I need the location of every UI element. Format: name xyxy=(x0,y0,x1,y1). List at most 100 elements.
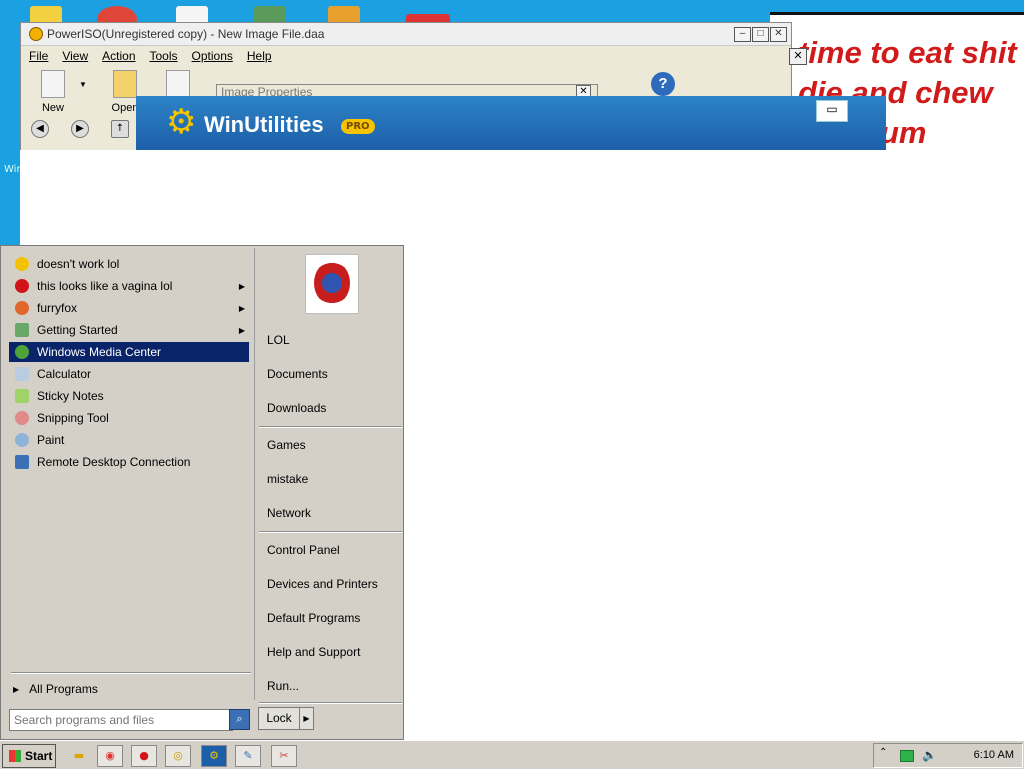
start-right-item-documents[interactable]: Documents xyxy=(267,367,328,381)
menu-options[interactable]: Options xyxy=(192,49,233,63)
start-item[interactable]: furryfox ▶ xyxy=(9,298,249,318)
start-item[interactable]: Sticky Notes xyxy=(9,386,249,406)
taskbar: Start ▬ ◉ ● ◎ ⚙ ✎ ✂ ⌃ 🔈 6:10 AM xyxy=(0,740,1024,769)
wallpaper-text-line: time to eat shit xyxy=(798,35,1017,70)
start-item-label: Remote Desktop Connection xyxy=(37,455,191,469)
search-icon[interactable]: ⌕ xyxy=(229,709,250,730)
menu-tools[interactable]: Tools xyxy=(150,49,178,63)
windows-flag-icon xyxy=(9,750,21,762)
start-right-item-default-programs[interactable]: Default Programs xyxy=(267,611,360,625)
back-icon[interactable]: ◀ xyxy=(31,120,49,138)
winutilities-icon[interactable]: ⚙ xyxy=(201,745,227,767)
paint-icon[interactable]: ✎ xyxy=(235,745,261,767)
start-item-label: Snipping Tool xyxy=(37,411,109,425)
start-item[interactable]: Paint xyxy=(9,430,249,450)
chrome-icon[interactable]: ◉ xyxy=(97,745,123,767)
divider xyxy=(11,672,251,674)
start-item-label: Calculator xyxy=(37,367,92,381)
start-right-item-run[interactable]: Run... xyxy=(267,679,299,693)
start-item[interactable]: Getting Started ▶ xyxy=(9,320,249,340)
start-item-label: Sticky Notes xyxy=(37,389,104,403)
paint-icon xyxy=(15,433,29,447)
pro-badge: PRO xyxy=(341,119,375,134)
opera-icon xyxy=(15,279,29,293)
snipping-tool-icon[interactable]: ✂ xyxy=(271,745,297,767)
menu-view[interactable]: View xyxy=(62,49,88,63)
gear-icon: ⚙ xyxy=(166,102,197,142)
divider xyxy=(259,531,402,533)
calculator-icon xyxy=(15,367,29,381)
open-button-label: Open xyxy=(111,102,139,114)
maximize-button[interactable]: □ xyxy=(752,27,769,42)
new-button-label: New xyxy=(41,102,64,114)
start-item[interactable]: Calculator xyxy=(9,364,249,384)
divider xyxy=(254,248,255,700)
smiley-icon xyxy=(15,257,29,271)
start-item-label: Windows Media Center xyxy=(37,345,162,359)
volume-icon[interactable]: 🔈 xyxy=(922,748,937,762)
start-item-label: doesn't work lol xyxy=(37,257,120,271)
start-right-item-games[interactable]: Games xyxy=(267,438,306,452)
menubar: File View Action Tools Options Help xyxy=(21,46,791,66)
arrow-right-icon: ▶ xyxy=(13,684,20,694)
clock[interactable]: 6:10 AM xyxy=(974,744,1014,767)
start-right-item-network[interactable]: Network xyxy=(267,506,311,520)
desktop-side-label: Win xyxy=(0,160,23,250)
start-item-highlighted[interactable]: Windows Media Center xyxy=(9,342,249,362)
lock-button-label: Lock xyxy=(259,708,300,729)
menu-action[interactable]: Action xyxy=(102,49,135,63)
start-item[interactable]: doesn't work lol xyxy=(9,254,249,274)
submenu-arrow-icon: ▶ xyxy=(238,281,245,291)
show-hidden-icons-chevron-icon[interactable]: ⌃ xyxy=(879,747,887,758)
poweriso-icon[interactable]: ◎ xyxy=(165,745,191,767)
winutilities-window: ⚙ WinUtilities PRO ▭ xyxy=(136,96,886,150)
all-programs-label: All Programs xyxy=(29,682,98,696)
forward-icon[interactable]: ▶ xyxy=(71,120,89,138)
close-button[interactable]: ✕ xyxy=(770,27,787,42)
snipping-tool-icon xyxy=(15,411,29,425)
start-button-label: Start xyxy=(25,749,53,763)
start-right-item-lol[interactable]: LOL xyxy=(267,333,290,347)
poweriso-title: PowerISO(Unregistered copy) - New Image … xyxy=(47,27,325,41)
network-status-icon[interactable] xyxy=(900,750,914,762)
start-item-label: this looks like a vagina lol xyxy=(37,279,173,293)
start-item-label: furryfox xyxy=(37,301,78,315)
poweriso-logo-icon xyxy=(29,27,43,41)
start-item[interactable]: this looks like a vagina lol ▶ xyxy=(9,276,249,296)
divider xyxy=(259,426,402,428)
start-button[interactable]: Start xyxy=(2,744,56,768)
new-dropdown-chevron-icon[interactable]: ▼ xyxy=(79,80,87,89)
system-tray: ⌃ 🔈 6:10 AM xyxy=(873,743,1023,768)
avatar[interactable] xyxy=(305,254,359,314)
save-disk-icon xyxy=(166,70,190,98)
close-button[interactable]: ✕ xyxy=(789,48,807,65)
start-right-item-downloads[interactable]: Downloads xyxy=(267,401,326,415)
menu-help[interactable]: Help xyxy=(247,49,272,63)
poweriso-titlebar[interactable]: PowerISO(Unregistered copy) - New Image … xyxy=(21,23,791,46)
start-right-item-devices-printers[interactable]: Devices and Printers xyxy=(267,577,378,591)
help-icon[interactable]: ? xyxy=(651,72,675,96)
folder-icon[interactable]: ▬ xyxy=(66,745,92,767)
divider xyxy=(259,702,402,704)
start-right-item-mistake[interactable]: mistake xyxy=(267,472,308,486)
start-right-item-help-support[interactable]: Help and Support xyxy=(267,645,360,659)
menu-file[interactable]: File xyxy=(29,49,48,63)
up-folder-icon[interactable]: ↑ xyxy=(111,120,129,138)
new-button[interactable]: New xyxy=(35,70,71,114)
user-picture xyxy=(314,261,350,305)
wallpaper-text-line: um xyxy=(880,115,927,150)
submenu-arrow-icon: ▶ xyxy=(238,303,245,313)
start-right-item-control-panel[interactable]: Control Panel xyxy=(267,543,340,557)
search-input[interactable] xyxy=(9,709,233,731)
minimize-button[interactable]: – xyxy=(734,27,751,42)
opera-icon[interactable]: ● xyxy=(131,745,157,767)
lock-button[interactable]: Lock ▶ xyxy=(258,707,314,730)
submenu-arrow-icon: ▶ xyxy=(238,325,245,335)
start-menu-programs: doesn't work lol this looks like a vagin… xyxy=(3,248,253,710)
firefox-icon xyxy=(15,301,29,315)
all-programs-button[interactable]: ▶ All Programs xyxy=(13,682,98,696)
start-item[interactable]: Snipping Tool xyxy=(9,408,249,428)
lock-options-arrow-icon[interactable]: ▶ xyxy=(300,708,313,729)
minimize-button[interactable]: ▭ xyxy=(816,100,848,122)
start-item[interactable]: Remote Desktop Connection xyxy=(9,452,249,472)
